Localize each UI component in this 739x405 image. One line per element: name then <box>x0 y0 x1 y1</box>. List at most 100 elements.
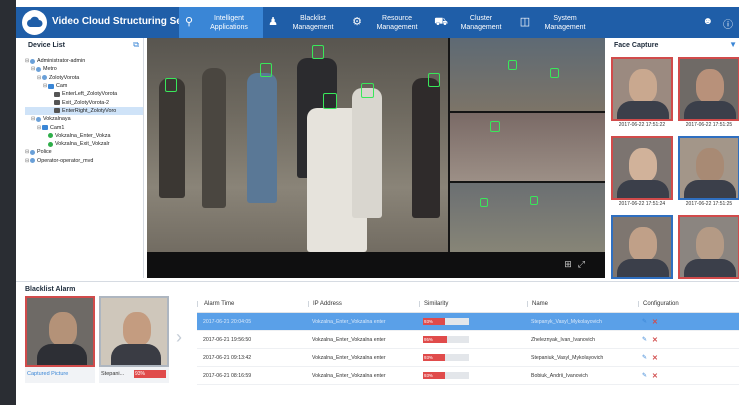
captured-picture-card[interactable]: Captured Picture <box>25 296 95 383</box>
camera-icon <box>54 91 60 97</box>
topbar-actions: ☻ ⓘ <box>702 16 733 31</box>
face-detection-box <box>260 63 272 77</box>
search-icon: ⚲ <box>184 16 194 28</box>
device-tree-node[interactable]: ⊟ Operator-operator_mvd <box>25 157 143 165</box>
face-capture-item[interactable]: 2017-06-22 17:51:25 <box>678 57 739 131</box>
device-tree-node[interactable]: EnterRight_ZolotyVoro <box>25 106 143 116</box>
device-list-panel: Device List ⧉ ⊟ Administrator-admin ⊟ Metro… <box>23 38 144 278</box>
nav-item-1[interactable]: ♟ Blacklist Management <box>263 7 347 38</box>
alarm-configuration: ✎ ✕ <box>638 336 739 344</box>
grid-layout-icon[interactable]: ⊞ <box>564 259 578 269</box>
face-detection-box <box>312 45 324 59</box>
similarity-fill: 95% <box>423 336 447 343</box>
face-capture-item[interactable]: 2017-06-22 17:51:22 <box>611 57 673 131</box>
face-detection-box <box>361 83 374 98</box>
filter-icon[interactable]: ▼ <box>729 40 737 49</box>
alarm-configuration: ✎ ✕ <box>638 354 739 362</box>
folder-icon <box>48 83 54 89</box>
delete-icon[interactable]: ✕ <box>652 354 658 362</box>
camera-icon <box>54 108 60 114</box>
device-tree-label: Administrator-admin <box>37 58 86 65</box>
delete-icon[interactable]: ✕ <box>652 372 658 380</box>
column-header[interactable]: Similarity <box>419 301 527 307</box>
alarm-configuration: ✎ ✕ <box>638 372 739 380</box>
face-capture-image <box>611 215 673 279</box>
captured-picture <box>25 296 95 367</box>
column-header[interactable]: Alarm Time <box>197 301 308 307</box>
column-header[interactable]: Name <box>527 301 638 307</box>
device-tree-label: Exit_ZolotyVorota-2 <box>62 99 110 106</box>
nav-item-3[interactable]: ⛟ Cluster Management <box>431 7 515 38</box>
person-icon: ♟ <box>268 16 278 28</box>
face-capture-title: Face Capture <box>614 42 659 49</box>
face-detection-box <box>530 196 538 205</box>
alarm-name: Zheleznyak_Ivan_Ivanovich <box>531 336 596 343</box>
similarity-bar: 93% <box>423 354 469 361</box>
alarm-row[interactable]: 2017-06-21 19:56:50 Vokzalna_Enter_Vokzal… <box>197 331 739 349</box>
cloud-logo-icon <box>22 10 47 35</box>
face-capture-image <box>678 136 739 200</box>
video-feed-2[interactable] <box>450 38 605 111</box>
device-tree-label: EnterRight_ZolotyVoro <box>62 107 117 114</box>
face-capture-image <box>611 57 673 121</box>
edit-icon[interactable]: ✎ <box>642 354 647 361</box>
face-detection-box <box>480 198 488 207</box>
device-tree-label: Vokzalna_Enter_Vokza <box>55 132 111 139</box>
alarm-row[interactable]: 2017-06-21 20:04:05 Vokzalna_Enter_Vokzal… <box>197 313 739 331</box>
user-icon[interactable]: ☻ <box>702 16 713 31</box>
alarm-similarity: 93% <box>419 372 527 379</box>
info-icon[interactable]: ⓘ <box>723 16 733 31</box>
edit-icon[interactable]: ✎ <box>642 336 647 343</box>
edit-icon[interactable]: ✎ <box>642 372 647 379</box>
alarm-time: 2017-06-21 19:56:50 <box>203 336 252 343</box>
alarm-row[interactable]: 2017-06-21 09:13:42 Vokzalna_Enter_Vokzal… <box>197 349 739 367</box>
face-capture-item[interactable] <box>611 215 673 289</box>
copy-icon[interactable]: ⧉ <box>133 40 139 50</box>
alarm-row[interactable]: 2017-06-21 08:16:59 Vokzalna_Enter_Vokzal… <box>197 367 739 385</box>
delete-icon[interactable]: ✕ <box>652 318 658 326</box>
matched-picture-card[interactable]: Stepani... 93% <box>99 296 169 383</box>
device-tree-node[interactable]: ⊟ Vokzalnaya <box>25 115 143 123</box>
similarity-bar: 93% <box>423 372 469 379</box>
user-icon <box>30 158 35 164</box>
device-tree-node[interactable]: ⊟ Cam <box>25 82 143 90</box>
chevron-right-icon[interactable]: › <box>176 327 182 348</box>
face-capture-item[interactable]: 2017-06-22 17:51:25 <box>678 136 739 210</box>
face-capture-time: 2017-06-22 17:51:25 <box>685 122 733 128</box>
top-bar: Video Cloud Structuring Server ⚲ Intellig… <box>16 7 739 38</box>
nav-item-4[interactable]: ◫ System Management <box>515 7 599 38</box>
nav-item-0[interactable]: ⚲ Intelligent Applications <box>179 7 263 38</box>
device-tree-node[interactable]: Vokzalna_Enter_Vokza <box>25 132 143 140</box>
device-tree-node[interactable]: Vokzalna_Exit_Vokzalr <box>25 140 143 148</box>
fullscreen-icon[interactable]: ⤢ <box>578 259 591 269</box>
matched-similarity: 93% <box>134 370 166 378</box>
device-tree: ⊟ Administrator-admin ⊟ Metro ⊟ ZolotyVorota ⊟… <box>25 57 143 165</box>
device-tree-node[interactable]: ⊟ Metro <box>25 65 143 73</box>
nav-item-label: Resource Management <box>376 14 418 31</box>
face-capture-time: 2017-06-22 17:51:22 <box>618 122 666 128</box>
device-tree-node[interactable]: EnterLeft_ZolotyVorota <box>25 90 143 98</box>
face-capture-item[interactable]: 2017-06-22 17:51:24 <box>611 136 673 210</box>
video-feed-4[interactable] <box>450 183 605 252</box>
similarity-fill: 93% <box>423 354 445 361</box>
delete-icon[interactable]: ✕ <box>652 336 658 344</box>
device-tree-node[interactable]: ⊟ ZolotyVorota <box>25 74 143 82</box>
device-tree-node[interactable]: ⊟ Police <box>25 148 143 156</box>
nav-item-2[interactable]: ⚙ Resource Management <box>347 7 431 38</box>
similarity-bar: 93% <box>423 318 469 325</box>
face-detection-box <box>165 78 177 92</box>
video-feed-3[interactable] <box>450 113 605 181</box>
nav-item-label: System Management <box>544 14 586 31</box>
column-header[interactable]: Configuration <box>638 301 739 307</box>
edit-icon[interactable]: ✎ <box>642 318 647 325</box>
column-header[interactable]: IP Address <box>308 301 419 307</box>
similarity-bar: 95% <box>423 336 469 343</box>
face-capture-item[interactable] <box>678 215 739 289</box>
device-tree-node[interactable]: Exit_ZolotyVorota-2 <box>25 98 143 106</box>
main-video-feed[interactable] <box>147 38 448 252</box>
device-tree-node[interactable]: ⊟ Cam1 <box>25 123 143 131</box>
alarm-time: 2017-06-21 20:04:05 <box>203 318 252 325</box>
face-capture-panel: Face Capture ▼ 2017-06-22 17:51:22 2017-0… <box>609 38 739 279</box>
device-tree-node[interactable]: ⊟ Administrator-admin <box>25 57 143 65</box>
alarm-similarity: 93% <box>419 354 527 361</box>
